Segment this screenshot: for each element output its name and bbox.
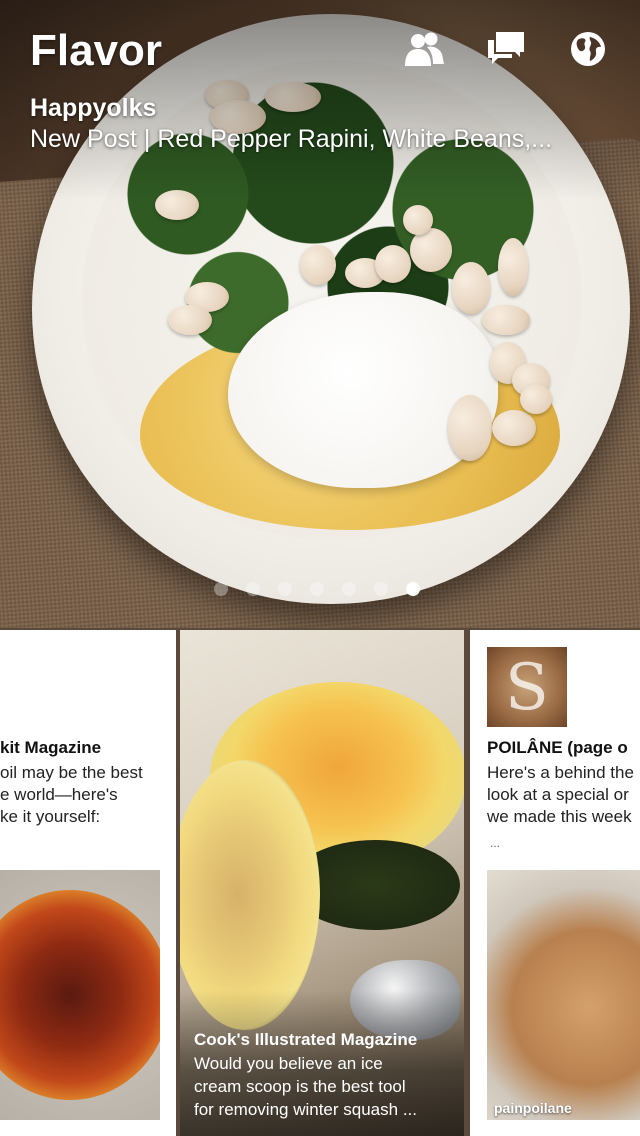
bean bbox=[448, 395, 492, 461]
page-dot[interactable] bbox=[374, 582, 388, 596]
chili-oil-image bbox=[0, 870, 160, 1120]
bean bbox=[403, 205, 433, 235]
flavor-screen: Flavor Happyolks New Post | Red Pepper R… bbox=[0, 0, 640, 1136]
bean bbox=[452, 262, 490, 314]
card-line: look at a special or bbox=[487, 785, 629, 804]
cake-image bbox=[487, 870, 640, 1120]
globe-icon[interactable] bbox=[568, 30, 608, 68]
page-dot[interactable] bbox=[278, 582, 292, 596]
bean bbox=[168, 305, 212, 335]
card-line: e world—here's bbox=[0, 785, 118, 804]
card-source: POILÂNE (page o bbox=[487, 738, 628, 757]
bean bbox=[520, 384, 552, 414]
story-cards-strip[interactable]: kit Magazine oil may be the best e world… bbox=[0, 628, 640, 1136]
story-card-middle[interactable]: Cook's Illustrated Magazine Would you be… bbox=[180, 630, 464, 1136]
page-indicator[interactable] bbox=[214, 582, 420, 596]
bean bbox=[375, 245, 411, 283]
story-source[interactable]: Happyolks bbox=[30, 94, 156, 123]
section-title: Flavor bbox=[30, 26, 163, 75]
card-line: Would you believe an ice bbox=[194, 1054, 383, 1073]
card-line: for removing winter squash ... bbox=[194, 1100, 417, 1119]
story-headline[interactable]: New Post | Red Pepper Rapini, White Bean… bbox=[30, 125, 610, 154]
bean bbox=[482, 305, 530, 335]
story-card-left[interactable]: kit Magazine oil may be the best e world… bbox=[0, 630, 176, 1136]
photo-credit: painpoilane bbox=[494, 1100, 572, 1116]
card-line: Here's a behind the bbox=[487, 763, 634, 782]
people-icon[interactable] bbox=[404, 30, 444, 68]
page-dot[interactable] bbox=[342, 582, 356, 596]
hero-story[interactable]: Flavor Happyolks New Post | Red Pepper R… bbox=[0, 0, 640, 628]
chat-icon[interactable] bbox=[486, 30, 526, 68]
card-line: we made this week bbox=[487, 807, 632, 826]
bean bbox=[492, 410, 536, 446]
story-card-right[interactable]: POILÂNE (page o Here's a behind the look… bbox=[470, 630, 640, 1136]
card-line: oil may be the best bbox=[0, 763, 143, 782]
page-dot[interactable] bbox=[246, 582, 260, 596]
more-ellipsis: ... bbox=[490, 836, 501, 850]
bean bbox=[300, 245, 336, 285]
card-line: ke it yourself: bbox=[0, 807, 101, 826]
poilane-avatar bbox=[487, 647, 567, 727]
chili-bowl bbox=[0, 890, 160, 1100]
card-source: Cook's Illustrated Magazine bbox=[194, 1030, 418, 1049]
bean bbox=[498, 238, 528, 296]
card-source: kit Magazine bbox=[0, 738, 102, 757]
poached-egg bbox=[228, 292, 498, 488]
page-dot[interactable] bbox=[214, 582, 228, 596]
card-line: cream scoop is the best tool bbox=[194, 1077, 406, 1096]
page-dot-active[interactable] bbox=[406, 582, 420, 596]
page-dot[interactable] bbox=[310, 582, 324, 596]
